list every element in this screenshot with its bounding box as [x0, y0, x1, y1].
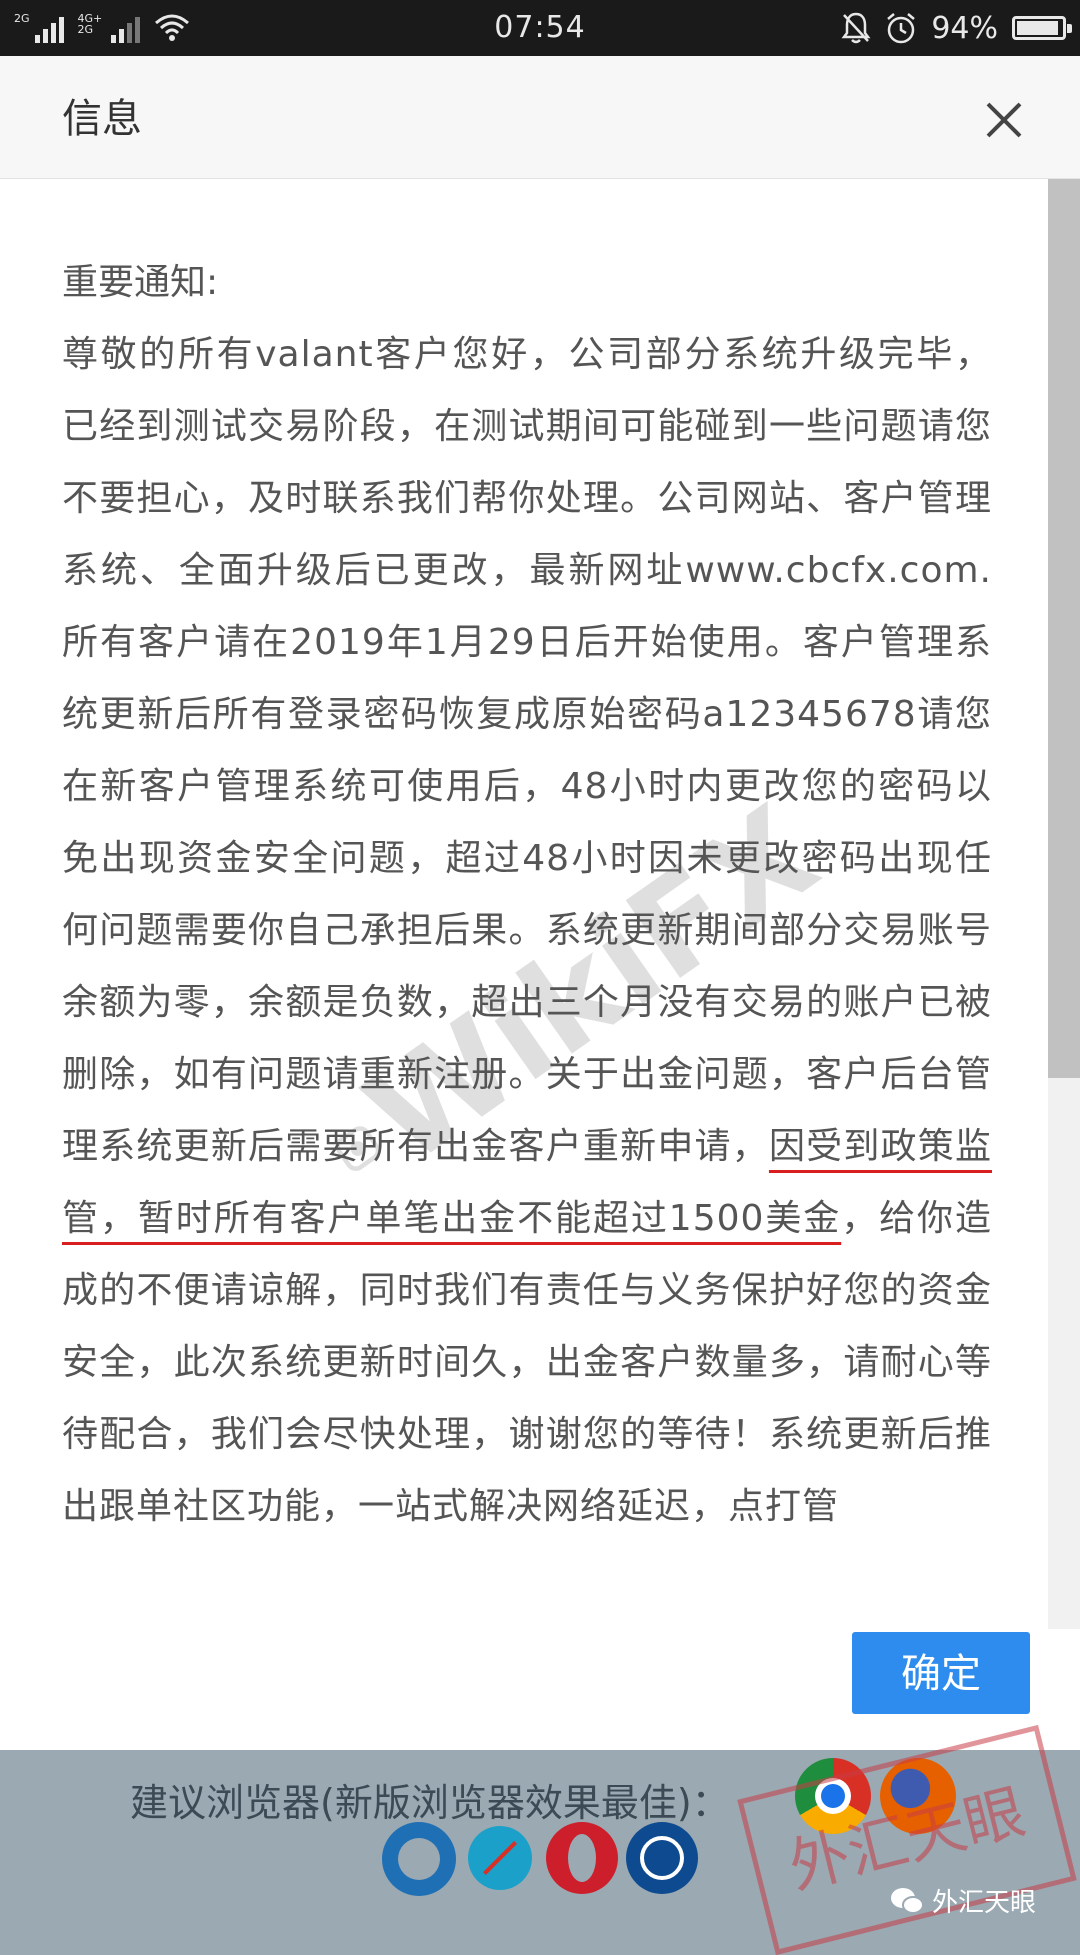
- notice-heading: 重要通知:: [62, 262, 219, 303]
- dialog-title: 信息: [62, 96, 142, 142]
- edge-icon[interactable]: [382, 1822, 456, 1896]
- alarm-icon: [887, 13, 916, 44]
- notice-text-part1: 尊敬的所有valant客户您好，公司部分系统升级完毕，已经到测试交易阶段，在测试…: [62, 334, 992, 1167]
- dialog-body[interactable]: 重要通知: 尊敬的所有valant客户您好，公司部分系统升级完毕，已经到测试交易…: [0, 179, 1048, 1629]
- maxthon-icon[interactable]: [626, 1822, 698, 1894]
- battery-fill: [1017, 21, 1059, 35]
- browsers-label: 建议浏览器(新版浏览器效果最佳)：: [130, 1781, 730, 1825]
- battery-icon: [1012, 16, 1072, 40]
- safari-icon[interactable]: [468, 1826, 532, 1890]
- status-right: 94%: [841, 8, 1072, 48]
- wechat-account-name: 外汇天眼: [932, 1888, 1037, 1918]
- dialog-header: 信息: [0, 56, 1080, 179]
- scrollbar-track[interactable]: [1048, 179, 1080, 1629]
- info-dialog: 信息 重要通知: 尊敬的所有valant客户您好，公司部分系统升级完毕，已经到测…: [0, 56, 1080, 1750]
- opera-icon[interactable]: [546, 1822, 618, 1894]
- scrollbar-thumb[interactable]: [1048, 179, 1080, 1078]
- close-icon[interactable]: [980, 96, 1028, 144]
- wechat-watermark: 外汇天眼: [890, 1882, 1036, 1919]
- mute-bell-icon: [841, 12, 871, 44]
- notice-text: 尊敬的所有valant客户您好，公司部分系统升级完毕，已经到测试交易阶段，在测试…: [62, 319, 992, 1543]
- wechat-icon: [891, 1887, 924, 1914]
- notice-text-part2: ，给你造成的不便请谅解，同时我们有责任与义务保护好您的资金安全，此次系统更新时间…: [62, 1198, 992, 1527]
- status-bar: 2G 4G+ 2G 07:54 94%: [0, 0, 1080, 56]
- confirm-button[interactable]: 确定: [852, 1632, 1030, 1714]
- battery-percent: 94%: [931, 10, 998, 46]
